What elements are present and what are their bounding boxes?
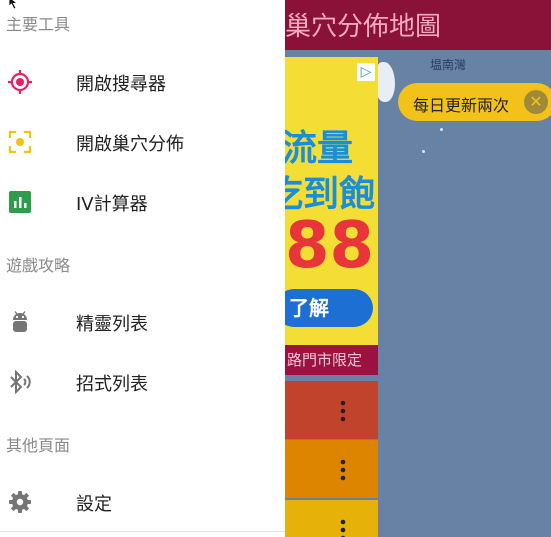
close-icon[interactable]: ✕ <box>524 90 548 114</box>
map-dot <box>422 150 425 153</box>
section-header-main-tools: 主要工具 <box>6 15 71 34</box>
drawer-item-open-scanner[interactable]: 開啟搜尋器 <box>0 54 285 110</box>
navigation-drawer: 主要工具 開啟搜尋器 開啟巢穴分佈 IV計算器 遊戲攻略 精靈列表 招式列表 其… <box>0 0 285 537</box>
map-place-label: 塭南灣 <box>430 58 467 72</box>
drawer-item-label: 開啟搜尋器 <box>76 74 166 95</box>
section-header-game-guides: 遊戲攻略 <box>6 256 71 275</box>
drawer-item-label: IV計算器 <box>76 194 148 215</box>
ad-headline-1: 爆流量 <box>285 128 354 169</box>
more-vert-icon[interactable] <box>340 400 346 422</box>
drawer-item-open-nest-map[interactable]: 開啟巢穴分佈 <box>0 114 285 170</box>
drawer-item-move-list[interactable]: 招式列表 <box>0 354 285 410</box>
update-notice-text: 每日更新兩次 <box>413 96 510 115</box>
section-header-other-pages: 其他頁面 <box>6 436 71 455</box>
drawer-item-iv-calculator[interactable]: IV計算器 <box>0 174 285 230</box>
mouse-cursor-icon <box>8 0 19 10</box>
drawer-item-label: 精靈列表 <box>76 314 148 335</box>
list-item[interactable] <box>285 500 378 537</box>
drawer-divider <box>0 531 285 532</box>
drawer-item-pokemon-list[interactable]: 精靈列表 <box>0 294 285 350</box>
ad-banner[interactable]: ▷ 爆流量 吃到飽 88 了解 路門市限定 <box>285 57 378 375</box>
crosshair-icon <box>8 70 32 94</box>
more-vert-icon[interactable] <box>340 459 346 481</box>
drawer-item-settings[interactable]: 設定 <box>0 474 285 530</box>
bar-chart-icon <box>8 190 32 214</box>
drawer-item-label: 設定 <box>76 494 112 515</box>
update-notice-chip[interactable]: 每日更新兩次 ✕ <box>398 83 551 121</box>
drawer-item-label: 開啟巢穴分佈 <box>76 134 184 155</box>
map-island <box>375 62 395 102</box>
list-item[interactable] <box>285 381 378 439</box>
app-title: 巢穴分佈地圖 <box>285 12 442 42</box>
drawer-item-label: 招式列表 <box>76 374 148 395</box>
map-dot <box>440 128 443 131</box>
gear-icon <box>8 490 32 514</box>
android-icon <box>8 310 32 334</box>
ad-price: 88 <box>285 209 375 283</box>
more-vert-icon[interactable] <box>340 519 346 537</box>
ad-footer: 路門市限定 <box>285 345 378 375</box>
list-item[interactable] <box>285 440 378 498</box>
ad-choices-icon[interactable]: ▷ <box>357 63 375 81</box>
bluetooth-audio-icon <box>8 369 32 395</box>
focus-center-icon <box>8 130 32 154</box>
ad-learn-more-button[interactable]: 了解 <box>285 289 373 327</box>
